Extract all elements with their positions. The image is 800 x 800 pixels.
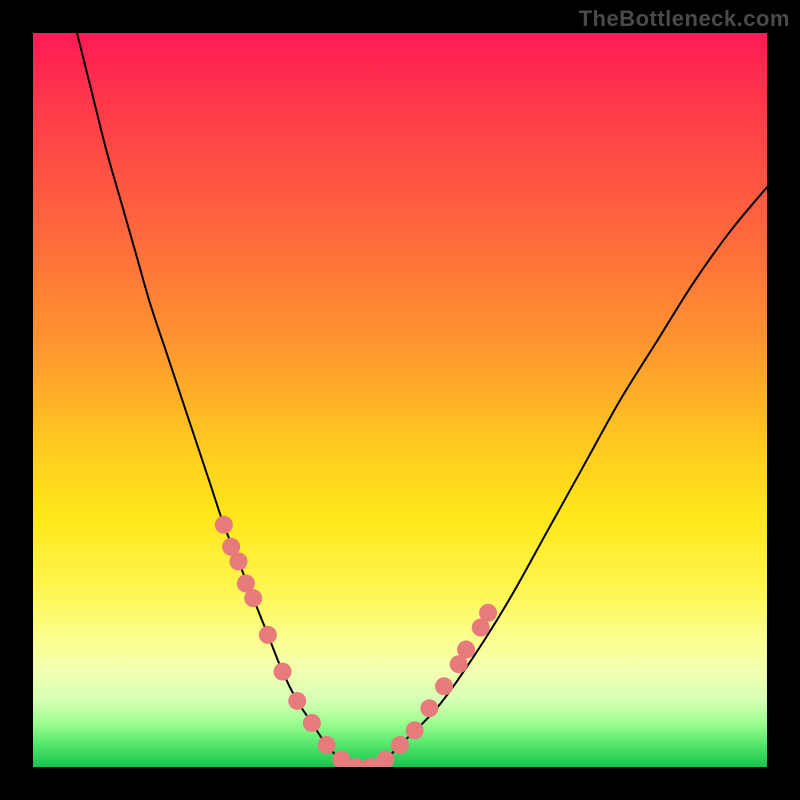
background-gradient [33, 33, 767, 767]
plot-area [33, 33, 767, 767]
chart-frame: TheBottleneck.com [0, 0, 800, 800]
watermark-text: TheBottleneck.com [579, 6, 790, 32]
